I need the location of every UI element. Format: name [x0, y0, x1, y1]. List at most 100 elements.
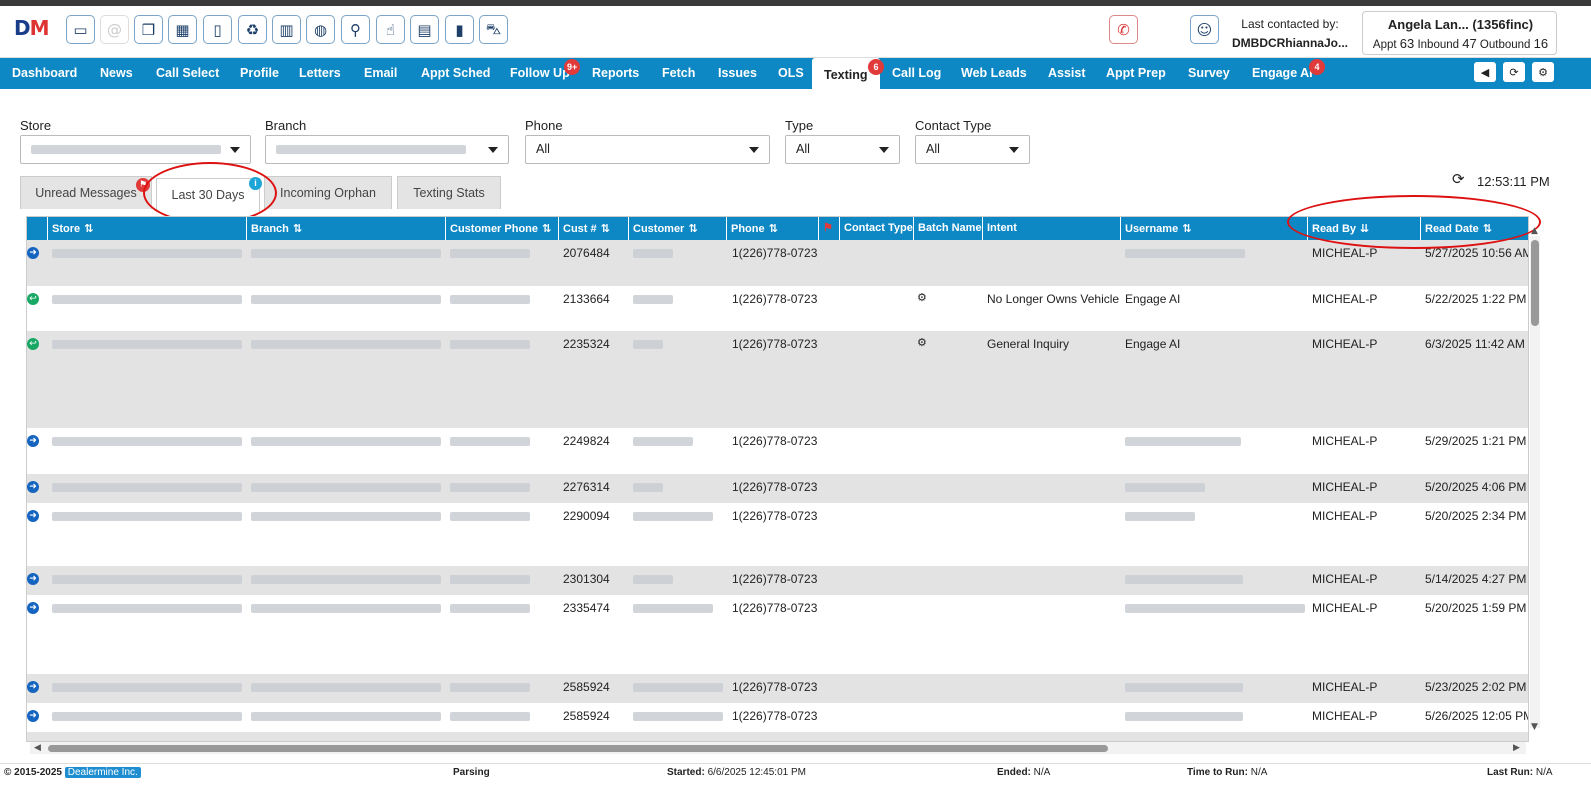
table-row[interactable]: ➜ 2076484 1(226)778-0723 MICHEAL-P 5/27/2025…	[27, 240, 1528, 286]
horizontal-scroll-thumb[interactable]	[48, 745, 1108, 752]
nav-follow-up[interactable]: Follow Up	[510, 58, 570, 89]
nav-profile[interactable]: Profile	[240, 58, 279, 89]
refresh-icon[interactable]: ⟳	[1503, 62, 1525, 82]
car-icon[interactable]: ⛍	[479, 15, 508, 44]
customer-summary-card[interactable]: Angela Lan... (1356finc) Appt 63 Inbound…	[1362, 11, 1557, 55]
redacted-text	[251, 512, 441, 522]
inbound-arrow-icon[interactable]: ↩	[27, 338, 39, 350]
grid-refresh-icon[interactable]: ⟳	[1452, 170, 1465, 188]
nav-email[interactable]: Email	[364, 58, 397, 89]
megaphone-icon[interactable]: ◀	[1474, 62, 1496, 82]
nav-assist[interactable]: Assist	[1048, 58, 1086, 89]
table-row[interactable]	[27, 732, 1528, 741]
recycle-icon[interactable]: ♻	[238, 15, 267, 44]
settings-gear-icon[interactable]: ⚙	[1532, 62, 1554, 82]
header-customer-phone[interactable]: Customer Phone ⇅	[446, 217, 559, 240]
contact-type-select[interactable]: All	[915, 135, 1030, 164]
outbound-arrow-icon[interactable]: ➜	[27, 481, 39, 493]
outbound-arrow-icon[interactable]: ➜	[27, 510, 39, 522]
tab-unread-messages[interactable]: Unread Messages	[20, 176, 152, 209]
at-sign-icon[interactable]: @	[100, 15, 129, 44]
phone-call-icon[interactable]: ✆	[1109, 15, 1138, 44]
customer-name-cell	[633, 246, 673, 260]
read-date-cell: 5/14/2025 4:27 PM	[1425, 572, 1527, 586]
type-select[interactable]: All	[785, 135, 900, 164]
nav-reports[interactable]: Reports	[592, 58, 639, 89]
search-icon[interactable]: ⚲	[341, 15, 370, 44]
nav-survey[interactable]: Survey	[1188, 58, 1230, 89]
table-row[interactable]: ↩ 2133664 1(226)778-0723 ⚙ No Longer Owns Ve…	[27, 286, 1528, 331]
nav-appt-prep[interactable]: Appt Prep	[1106, 58, 1166, 89]
hand-pointer-icon[interactable]: ☝	[376, 15, 405, 44]
branch-cell	[251, 509, 441, 523]
clipboard-icon[interactable]: ▯	[203, 15, 232, 44]
branch-select[interactable]	[265, 135, 509, 164]
outbound-arrow-icon[interactable]: ➜	[27, 435, 39, 447]
redacted-text	[1125, 483, 1205, 493]
sort-icon: ⇅	[542, 222, 552, 235]
company-badge[interactable]: Dealermine Inc.	[64, 767, 141, 778]
scroll-up-icon[interactable]: ▲	[1531, 226, 1538, 236]
outbound-arrow-icon[interactable]: ➜	[27, 247, 39, 259]
nav-ols[interactable]: OLS	[778, 58, 804, 89]
desktop-phone-icon[interactable]: ▭	[66, 15, 95, 44]
scroll-right-icon[interactable]: ▶	[1513, 743, 1520, 753]
inbound-arrow-icon[interactable]: ↩	[27, 293, 39, 305]
header-username[interactable]: Username ⇅	[1121, 217, 1308, 240]
nav-dashboard[interactable]: Dashboard	[12, 58, 77, 89]
bookmark-icon[interactable]: ▮	[445, 15, 474, 44]
header-store[interactable]: Store ⇅	[48, 217, 247, 240]
table-row[interactable]: ➜ 2276314 1(226)778-0723 MICHEAL-P 5/20/2025…	[27, 474, 1528, 503]
outbound-arrow-icon[interactable]: ➜	[27, 573, 39, 585]
nav-appt-sched[interactable]: Appt Sched	[421, 58, 490, 89]
nav-news[interactable]: News	[100, 58, 133, 89]
header-customer[interactable]: Customer ⇅	[629, 217, 727, 240]
customer-stats: Appt 63 Inbound 47 Outbound 16	[1372, 36, 1549, 51]
trash-icon[interactable]: ▥	[272, 15, 301, 44]
select-column-header[interactable]	[27, 217, 48, 240]
table-row[interactable]: ➜ 2585924 1(226)778-0723 MICHEAL-P 5/26/2025…	[27, 703, 1528, 732]
calendar-plus-icon[interactable]: ▦	[168, 15, 197, 44]
chat-icon[interactable]: ▤	[410, 15, 439, 44]
nav-call-log[interactable]: Call Log	[892, 58, 941, 89]
store-label: Store	[20, 118, 52, 133]
header-intent[interactable]: Intent	[983, 217, 1121, 240]
header-batch-name[interactable]: Batch Name	[914, 217, 983, 240]
table-row[interactable]: ➜ 2249824 1(226)778-0723 MICHEAL-P 5/29/2025…	[27, 428, 1528, 474]
table-row[interactable]: ➜ 2585924 1(226)778-0723 MICHEAL-P 5/23/2025…	[27, 674, 1528, 703]
table-row[interactable]: ➜ 2290094 1(226)778-0723 MICHEAL-P 5/20/2025…	[27, 503, 1528, 566]
chevron-down-icon	[879, 147, 889, 153]
nav-letters[interactable]: Letters	[299, 58, 341, 89]
app-logo[interactable]: DM	[14, 16, 50, 44]
header-cust-num[interactable]: Cust # ⇅	[559, 217, 629, 240]
note-icon[interactable]: ❒	[134, 15, 163, 44]
table-row[interactable]: ↩ 2235324 1(226)778-0723 ⚙ General Inquiry En…	[27, 331, 1528, 428]
phone-select[interactable]: All	[525, 135, 770, 164]
nav-web-leads[interactable]: Web Leads	[961, 58, 1027, 89]
outbound-arrow-icon[interactable]: ➜	[27, 681, 39, 693]
tab-incoming-orphan[interactable]: Incoming Orphan	[264, 176, 392, 209]
nav-issues[interactable]: Issues	[718, 58, 757, 89]
header-flag-icon[interactable]: ⚑	[819, 217, 840, 240]
scroll-down-icon[interactable]: ▼	[1531, 722, 1538, 732]
outbound-arrow-icon[interactable]: ➜	[27, 602, 39, 614]
outbound-arrow-icon[interactable]: ➜	[27, 710, 39, 722]
nav-fetch[interactable]: Fetch	[662, 58, 695, 89]
nav-call-select[interactable]: Call Select	[156, 58, 219, 89]
header-contact-type[interactable]: Contact Type	[840, 217, 914, 240]
store-select[interactable]	[20, 135, 251, 164]
header-branch[interactable]: Branch ⇅	[247, 217, 446, 240]
username-cell: Engage AI	[1125, 292, 1181, 306]
table-row[interactable]: ➜ 2335474 1(226)778-0723 MICHEAL-P 5/20/2025…	[27, 595, 1528, 674]
table-row[interactable]: ➜ 2301304 1(226)778-0723 MICHEAL-P 5/14/2025…	[27, 566, 1528, 595]
scroll-left-icon[interactable]: ◀	[34, 743, 41, 753]
last-refresh-time: 12:53:11 PM	[1477, 174, 1550, 189]
vertical-scroll-thumb[interactable]	[1531, 240, 1539, 326]
status-started: Started: 6/6/2025 12:45:01 PM	[667, 767, 806, 778]
header-phone[interactable]: Phone ⇅	[727, 217, 819, 240]
palette-icon[interactable]: ◍	[306, 15, 335, 44]
nav-engage-ai[interactable]: Engage AI	[1252, 58, 1313, 89]
store-cell	[52, 709, 242, 723]
agent-headset-icon[interactable]: ☺	[1190, 15, 1219, 44]
tab-texting-stats[interactable]: Texting Stats	[397, 176, 501, 209]
